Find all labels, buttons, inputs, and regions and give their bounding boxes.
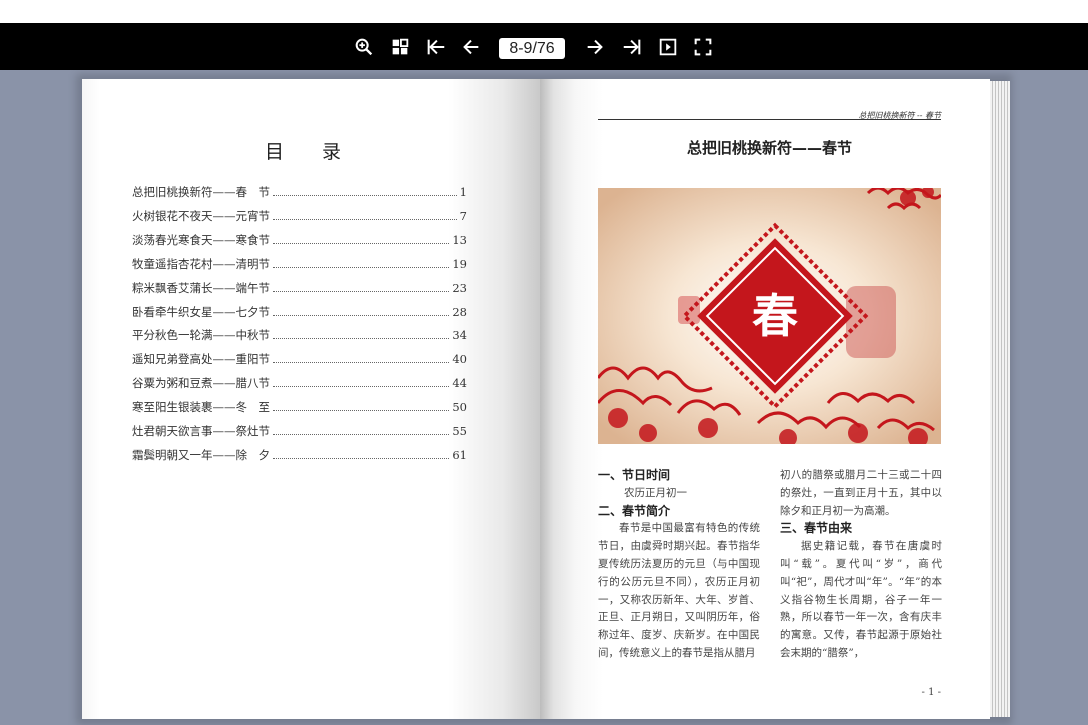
toc-entry-title: 寒至阳生银装裹——冬 至: [132, 400, 270, 415]
toc-leader-dots: [273, 211, 457, 220]
toc-leader-dots: [273, 378, 450, 388]
page-number: - 1 -: [921, 687, 941, 698]
toc-entry-title: 平分秋色一轮满——中秋节: [132, 328, 270, 343]
toc-entry[interactable]: 粽米飘香艾蒲长——端午节 23: [132, 280, 467, 298]
toc-entry-title: 淡荡春光寒食天——寒食节: [132, 232, 270, 247]
section-heading-time: 一、节日时间: [598, 468, 671, 482]
intro-continued-paragraph: 初八的腊祭或腊月二十三或二十四的祭灶，一直到正月十五，其中以除夕和正月初一为高潮…: [780, 469, 942, 517]
toc-leader-dots: [273, 307, 450, 316]
toc-leader-dots: [273, 402, 450, 412]
toc-entry[interactable]: 寒至阳生银装裹——冬 至 50: [132, 399, 467, 417]
toc-leader-dots: [273, 283, 450, 292]
arrow-right-icon: [587, 39, 603, 55]
viewer-toolbar: 8-9/76: [0, 23, 1088, 70]
toc-entry-title: 遥知兄弟登高处——重阳节: [132, 352, 270, 367]
toc-entry-page: 7: [459, 208, 467, 223]
toc-entry-title: 霜鬓明朝又一年——除 夕: [132, 447, 270, 462]
autoplay-button[interactable]: [656, 35, 680, 59]
grid-icon: [392, 38, 409, 55]
toc-entry-page: 44: [452, 376, 467, 391]
zoom-in-button[interactable]: [352, 35, 376, 59]
last-page-icon: [623, 39, 641, 55]
toc-entry[interactable]: 平分秋色一轮满——中秋节 34: [132, 327, 467, 345]
toc-entry-page: 13: [452, 232, 467, 247]
first-page-icon: [427, 39, 445, 55]
text-column-2: 初八的腊祭或腊月二十三或二十四的祭灶，一直到正月十五，其中以除夕和正月初一为高潮…: [780, 467, 942, 663]
fullscreen-button[interactable]: [691, 35, 715, 59]
toc-leader-dots: [273, 450, 450, 459]
toc-entry-title: 灶君朝天欲言事——祭灶节: [132, 424, 270, 438]
article-title: 总把旧桃换新符——春节: [686, 139, 852, 157]
page-indicator-input[interactable]: 8-9/76: [499, 38, 565, 59]
toc-entry[interactable]: 牧童遥指杏花村——清明节 19: [132, 256, 467, 274]
toc-leader-dots: [273, 426, 450, 435]
thumbnails-button[interactable]: [388, 35, 412, 59]
top-bar: [0, 0, 1088, 23]
festival-date-text: 农历正月初一: [624, 486, 687, 499]
last-page-button[interactable]: [620, 35, 644, 59]
first-page-button[interactable]: [424, 35, 448, 59]
right-page-article[interactable]: 总把旧桃换新符 -- 春节 总把旧桃换新符——春节 春 一、节日时间 农历正月初…: [540, 79, 990, 719]
toc-leader-dots: [273, 259, 450, 268]
toc-title: 目 录: [264, 141, 358, 163]
toc-entry-page: 1: [459, 185, 467, 199]
toc-entry[interactable]: 谷粟为粥和豆煮——腊八节 44: [132, 375, 467, 393]
toc-entry-page: 19: [452, 256, 467, 271]
toc-entry-page: 55: [452, 424, 467, 438]
toc-leader-dots: [273, 235, 450, 244]
toc-entry-page: 23: [452, 280, 467, 295]
toc-entry[interactable]: 火树银花不夜天——元宵节 7: [132, 208, 467, 226]
toc-entry-title: 牧童遥指杏花村——清明节: [132, 256, 270, 271]
toc-entry-title: 卧看牵牛织女星——七夕节: [132, 304, 270, 319]
previous-page-button[interactable]: [459, 35, 483, 59]
toc-entry[interactable]: 总把旧桃换新符——春 节 1: [132, 184, 467, 202]
toc-entry-title: 火树银花不夜天——元宵节: [132, 208, 270, 223]
origin-paragraph: 据史籍记载，春节在唐虞时叫“载”。夏代叫“岁”，商代叫“祀”，周代才叫“年”。“…: [780, 540, 942, 659]
play-box-icon: [659, 38, 677, 56]
section-heading-intro: 二、春节简介: [598, 503, 671, 518]
toc-entry-title: 谷粟为粥和豆煮——腊八节: [132, 376, 270, 391]
toc-entry-page: 50: [452, 400, 467, 415]
left-page-toc[interactable]: 目 录 总把旧桃换新符——春 节 1 火树银花不夜天——元宵节 7 淡荡春光寒食天——寒…: [82, 79, 540, 719]
toc-leader-dots: [273, 354, 450, 364]
fullscreen-icon: [694, 38, 712, 56]
toc-entry[interactable]: 淡荡春光寒食天——寒食节 13: [132, 232, 467, 250]
toc-entry-page: 40: [452, 352, 467, 367]
toc-entry-title: 粽米飘香艾蒲长——端午节: [132, 280, 270, 295]
spring-character: 春: [752, 289, 798, 343]
spring-festival-illustration: 春: [598, 188, 941, 444]
toc-entry-page: 34: [452, 328, 467, 343]
toc-entry[interactable]: 卧看牵牛织女星——七夕节 28: [132, 304, 467, 322]
toc-entry[interactable]: 灶君朝天欲言事——祭灶节 55: [132, 423, 467, 441]
page-stack-edge: [990, 81, 1010, 717]
section-heading-origin: 三、春节由来: [780, 521, 853, 536]
next-page-button[interactable]: [583, 35, 607, 59]
zoom-in-icon: [355, 38, 373, 56]
header-rule: [598, 119, 941, 120]
toc-leader-dots: [273, 330, 450, 340]
toc-entry-page: 61: [452, 447, 467, 462]
arrow-left-icon: [463, 39, 479, 55]
toc-entry-page: 28: [452, 304, 467, 319]
toc-entry-title: 总把旧桃换新符——春 节: [132, 185, 270, 199]
toc-leader-dots: [273, 187, 457, 196]
intro-paragraph: 春节是中国最富有特色的传统节日，由虞舜时期兴起。春节指华夏传统历法夏历的元旦（与…: [598, 522, 760, 659]
text-column-1: 一、节日时间 农历正月初一 二、春节简介 春节是中国最富有特色的传统节日，由虞舜…: [598, 467, 760, 663]
toc-entry[interactable]: 遥知兄弟登高处——重阳节 40: [132, 351, 467, 369]
toc-entry[interactable]: 霜鬓明朝又一年——除 夕 61: [132, 447, 467, 465]
